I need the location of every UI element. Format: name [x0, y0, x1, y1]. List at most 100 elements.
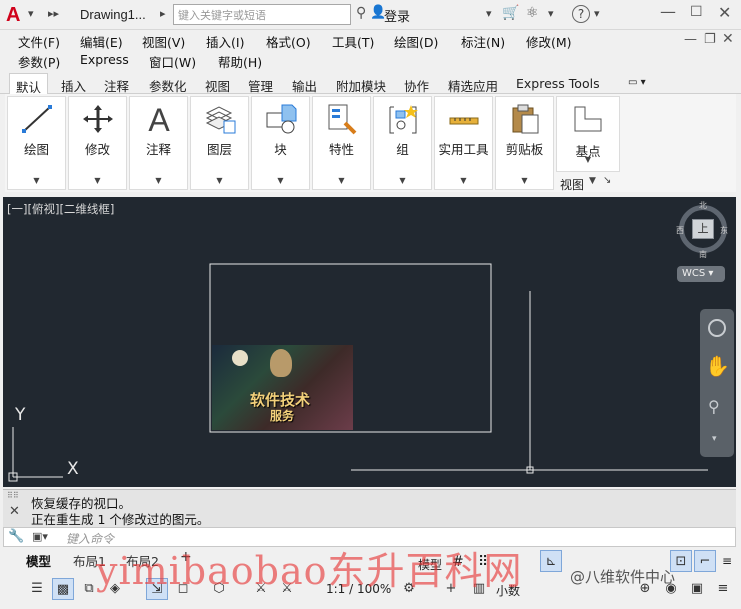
tab-addins[interactable]: 附加模块 [336, 76, 386, 95]
login-dropdown-icon[interactable]: ▾ [486, 7, 492, 20]
tab-collaborate[interactable]: 协作 [404, 76, 429, 95]
customization-icon[interactable]: ≡ [712, 578, 734, 600]
move-icon [82, 105, 113, 133]
wcs-label: WCS [682, 268, 706, 279]
network-icon[interactable]: ⚛ [526, 5, 539, 21]
panel-properties-label: 特性 [328, 142, 354, 157]
watermark-small-text: @八维软件中心 [570, 568, 676, 586]
ortho-icon[interactable]: ⊾ [540, 550, 562, 572]
drag-handle-icon[interactable]: ⠿⠿ [7, 491, 19, 500]
panel-modify[interactable]: 修改 ▼ [68, 96, 127, 190]
line-draw-icon [21, 105, 52, 133]
close-button[interactable]: ✕ [718, 3, 731, 22]
title-bar: A ▾ ▸▸ Drawing1... ▸ 键入关键字或短语 ⚲ 👤 登录 ▾ 🛒… [0, 0, 741, 30]
cart-icon[interactable]: 🛒 [502, 5, 519, 21]
menu-express[interactable]: Express [80, 52, 129, 67]
panel-block-label: 块 [274, 142, 287, 157]
chevron-down-icon[interactable]: ▼ [374, 176, 431, 185]
menu-parametric[interactable]: 参数(P) [18, 52, 60, 71]
doc-restore-button[interactable]: ❐ [704, 32, 716, 47]
panel-annotation[interactable]: A 注释 ▼ [129, 96, 188, 190]
panel-clipboard[interactable]: 剪贴板 ▼ [495, 96, 554, 190]
menu-view[interactable]: 视图(V) [142, 32, 185, 51]
planet-graphic [232, 350, 248, 366]
panel-utilities[interactable]: 实用工具 ▼ [434, 96, 493, 190]
minimize-button[interactable]: — [660, 2, 676, 21]
wcs-menu[interactable]: WCS ▾ [677, 266, 725, 282]
customize-icon[interactable]: 🔧 [8, 529, 24, 544]
chevron-down-icon[interactable]: ▼ [313, 176, 370, 185]
pan-icon[interactable]: ✋ [705, 354, 730, 378]
tab-manage[interactable]: 管理 [248, 76, 273, 95]
chevron-down-icon[interactable]: ▼ [435, 176, 492, 185]
tab-parametric[interactable]: 参数化 [149, 76, 187, 95]
search-icon[interactable]: ⚲ [356, 5, 366, 21]
panel-block[interactable]: 块 ▼ [251, 96, 310, 190]
embedded-image[interactable]: 软件技术 服务 [212, 345, 353, 430]
panel-view-footer[interactable]: 视图 [560, 176, 584, 193]
viewcube-top-face[interactable]: 上 [692, 219, 714, 239]
tab-model[interactable]: 模型 [26, 551, 51, 570]
tab-default[interactable]: 默认 [9, 73, 49, 95]
network-dropdown-icon[interactable]: ▾ [548, 7, 554, 20]
panel-groups[interactable]: 组 ▼ [373, 96, 432, 190]
doc-close-button[interactable]: ✕ [722, 31, 734, 47]
properties-icon [328, 104, 356, 135]
chevron-down-icon[interactable]: ▼ [8, 176, 65, 185]
login-button[interactable]: 登录 [384, 6, 410, 25]
menu-draw[interactable]: 绘图(D) [394, 32, 438, 51]
application-menu-button[interactable]: A [6, 4, 26, 26]
transparency-icon[interactable]: ▩ [52, 578, 74, 600]
menu-insert[interactable]: 插入(I) [206, 32, 244, 51]
search-input[interactable]: 键入关键字或短语 [173, 4, 351, 25]
tab-output[interactable]: 输出 [292, 76, 317, 95]
chevron-down-icon[interactable]: ▼ [191, 176, 248, 185]
chevron-down-icon[interactable]: ▼ [589, 176, 596, 186]
help-icon[interactable]: ? [572, 5, 590, 23]
menu-format[interactable]: 格式(O) [266, 32, 311, 51]
tab-annotate[interactable]: 注释 [104, 76, 129, 95]
panel-view[interactable]: 基点 ▼ [556, 96, 620, 172]
paste-icon [512, 104, 538, 134]
panel-properties[interactable]: 特性 ▼ [312, 96, 371, 190]
tab-insert[interactable]: 插入 [61, 76, 86, 95]
tab-express-tools[interactable]: Express Tools [516, 76, 600, 91]
zoom-icon[interactable]: ⚲ [708, 397, 720, 416]
otrack-icon[interactable]: ⌐ [694, 550, 716, 572]
menu-edit[interactable]: 编辑(E) [80, 32, 123, 51]
panel-clipboard-label: 剪贴板 [505, 142, 544, 157]
status-menu-icon[interactable]: ≡ [722, 554, 732, 568]
ribbon-toggle-icon[interactable]: ▭ ▾ [628, 77, 646, 88]
tab-view[interactable]: 视图 [205, 76, 230, 95]
menu-window[interactable]: 窗口(W) [149, 52, 196, 71]
chevron-down-icon[interactable]: ▼ [496, 176, 553, 185]
chevron-down-icon[interactable]: ▼ [557, 155, 619, 164]
chevron-down-icon[interactable]: ▼ [130, 176, 187, 185]
image-caption-2: 服务 [270, 409, 295, 423]
drawing-geometry [8, 263, 708, 482]
tab-featured-apps[interactable]: 精选应用 [448, 76, 498, 95]
chevron-down-icon[interactable]: ▼ [69, 176, 126, 185]
steering-wheel-icon[interactable] [708, 319, 726, 337]
panel-layers[interactable]: 图层 ▼ [190, 96, 249, 190]
menu-tools[interactable]: 工具(T) [332, 32, 374, 51]
close-command-icon[interactable]: ✕ [9, 504, 20, 519]
app-menu-arrow-icon[interactable]: ▾ [28, 7, 34, 20]
menu-help[interactable]: 帮助(H) [218, 52, 262, 71]
quick-access-expand-icon[interactable]: ▸▸ [48, 7, 59, 20]
menu-modify[interactable]: 修改(M) [526, 32, 572, 51]
menu-dimension[interactable]: 标注(N) [461, 32, 505, 51]
panel-draw[interactable]: 绘图 ▼ [7, 96, 66, 190]
drawing-canvas[interactable]: [一][俯视][二维线框] Y X 软件技术 服务 上 北 东 南 西 WCS … [3, 197, 736, 487]
title-expand-icon[interactable]: ▸ [160, 7, 166, 20]
chevron-down-icon[interactable]: ▼ [252, 176, 309, 185]
help-dropdown-icon[interactable]: ▾ [594, 7, 600, 20]
panel-launcher-icon[interactable]: ↘ [603, 175, 611, 186]
maximize-button[interactable]: ☐ [690, 4, 703, 20]
recent-commands-icon[interactable]: ▣▾ [32, 530, 48, 543]
navbar-menu-icon[interactable]: ▾ [712, 434, 717, 444]
doc-minimize-button[interactable]: — [684, 32, 697, 47]
lineweight-icon[interactable]: ☰ [26, 578, 48, 600]
menu-file[interactable]: 文件(F) [18, 32, 60, 51]
clean-screen-icon[interactable]: ▣ [686, 578, 708, 600]
